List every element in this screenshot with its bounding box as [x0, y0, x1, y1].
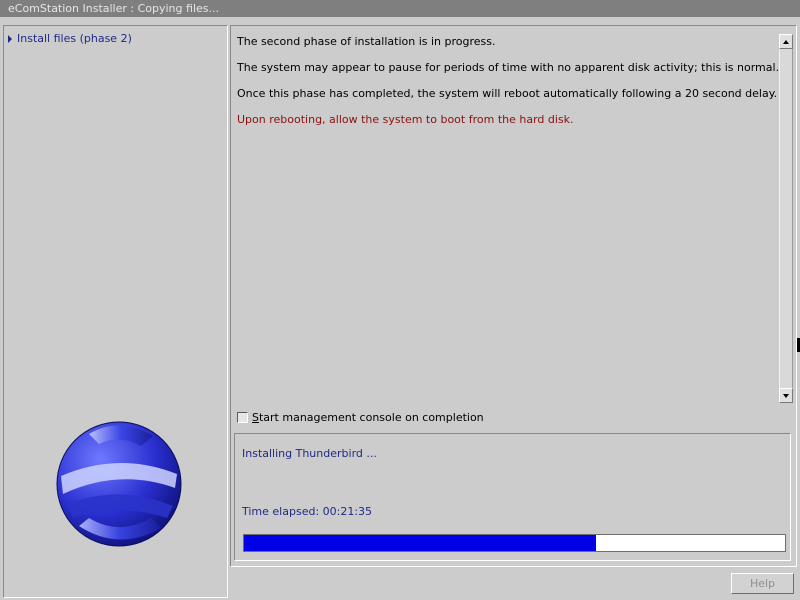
arrow-up-icon — [783, 39, 789, 44]
main-panel: The second phase of installation is in p… — [230, 25, 797, 567]
scroll-up-button[interactable] — [779, 34, 793, 49]
window-title: eComStation Installer : Copying files... — [0, 0, 800, 17]
mnemonic-char: S — [252, 411, 259, 424]
help-button[interactable]: Help — [731, 573, 794, 594]
message-line: Once this phase has completed, the syste… — [237, 87, 778, 100]
arrow-down-icon — [783, 393, 789, 398]
mgmt-console-option[interactable]: Start management console on completion — [237, 411, 484, 424]
sidebar-item-install-files[interactable]: Install files (phase 2) — [8, 32, 132, 46]
ecomstation-logo — [56, 421, 182, 547]
message-area: The second phase of installation is in p… — [233, 28, 794, 403]
progress-fill — [244, 535, 596, 551]
scroll-track[interactable] — [779, 49, 793, 388]
vertical-scrollbar[interactable] — [779, 34, 793, 403]
status-panel: Installing Thunderbird ... Time elapsed:… — [234, 433, 791, 561]
sidebar: Install files (phase 2) — [3, 25, 228, 598]
sidebar-item-label: Install files (phase 2) — [17, 32, 132, 45]
mgmt-console-checkbox[interactable] — [237, 412, 248, 423]
time-elapsed: Time elapsed: 00:21:35 — [242, 505, 373, 518]
scroll-down-button[interactable] — [779, 388, 793, 403]
message-line: The second phase of installation is in p… — [237, 35, 496, 48]
message-line: The system may appear to pause for perio… — [237, 61, 780, 74]
progress-bar — [243, 534, 786, 552]
mgmt-console-label-text: tart management console on completion — [258, 411, 484, 424]
current-task: Installing Thunderbird ... — [242, 447, 377, 460]
mgmt-console-label[interactable]: Start management console on completion — [252, 411, 484, 424]
triangle-right-icon — [8, 35, 12, 43]
reboot-warning: Upon rebooting, allow the system to boot… — [237, 113, 574, 126]
